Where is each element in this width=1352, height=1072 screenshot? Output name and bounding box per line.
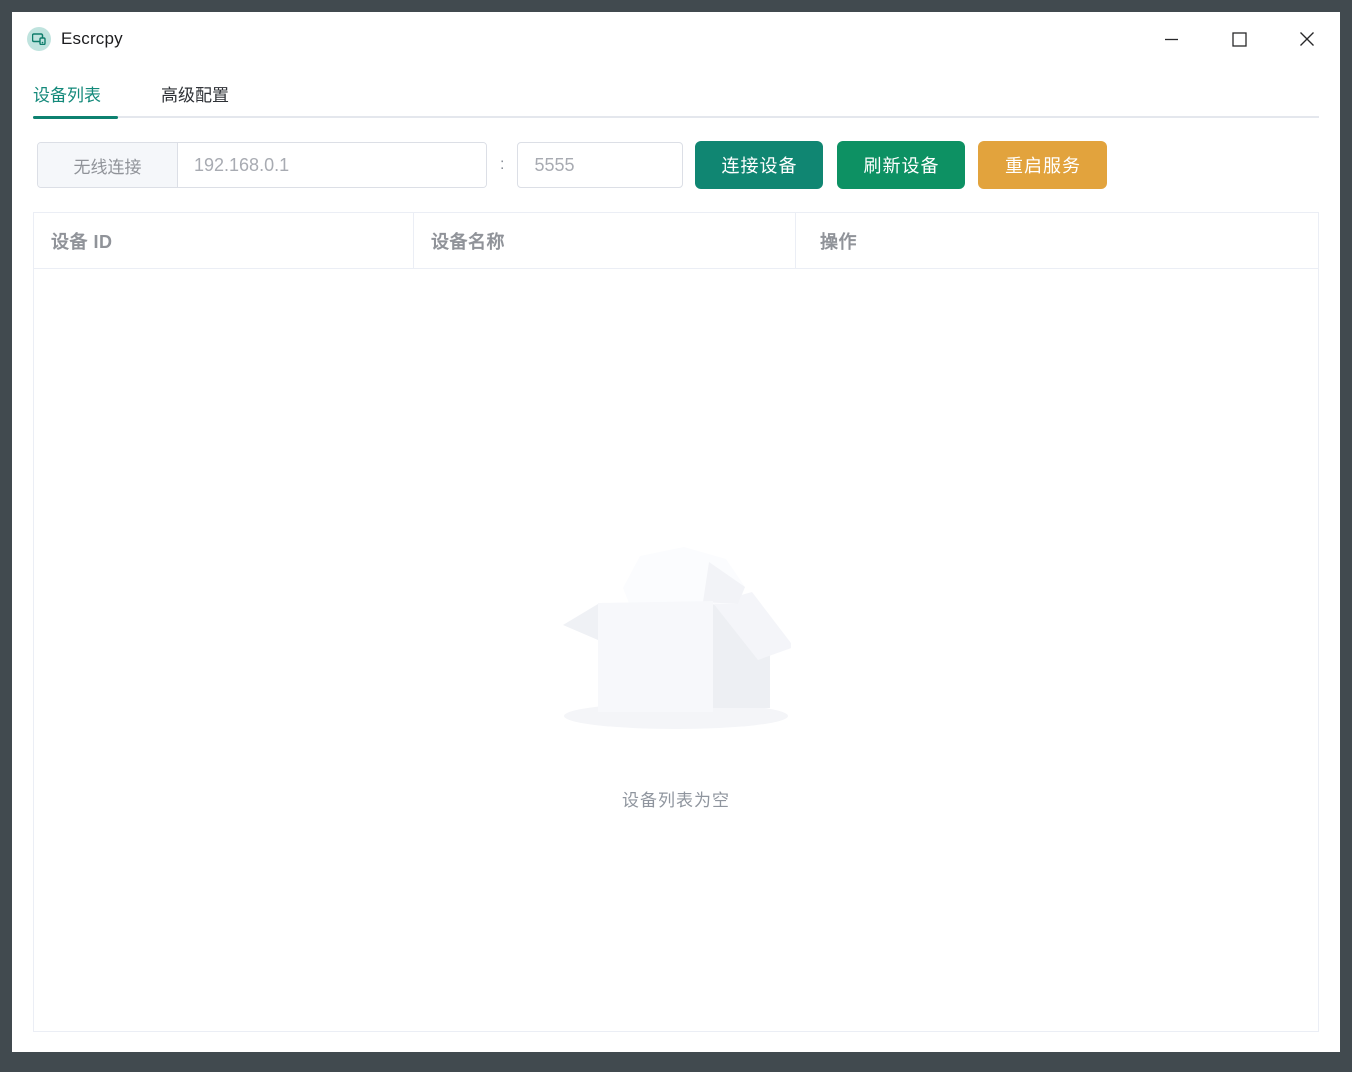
wireless-mode-label: 无线连接 [38,143,178,187]
device-table-body: 设备列表为空 [34,269,1318,1031]
maximize-icon [1232,32,1247,47]
close-button[interactable] [1284,20,1330,58]
tab-device-list[interactable]: 设备列表 [33,81,101,108]
column-header-device-id: 设备 ID [34,213,414,268]
connect-device-button[interactable]: 连接设备 [695,141,823,189]
device-table-header: 设备 ID 设备名称 操作 [34,213,1318,269]
port-input[interactable] [517,142,683,188]
app-title: Escrcpy [61,29,123,49]
app-window: Escrcpy [12,12,1340,1052]
column-header-device-name: 设备名称 [414,213,796,268]
maximize-button[interactable] [1216,20,1262,58]
host-port-separator: : [500,156,504,174]
empty-state-text: 设备列表为空 [622,786,730,811]
restart-service-button[interactable]: 重启服务 [978,141,1107,189]
tab-track [33,116,1319,118]
escrcpy-logo-icon [27,27,51,51]
empty-box-illustration [561,546,791,731]
device-table: 设备 ID 设备名称 操作 设备列表为空 [33,212,1319,1032]
minimize-button[interactable] [1148,20,1194,58]
tab-advanced-config[interactable]: 高级配置 [161,81,229,108]
host-ip-input[interactable] [178,143,486,187]
window-frame: Escrcpy [0,0,1352,1072]
close-icon [1299,31,1315,47]
tab-bar: 设备列表 高级配置 [33,70,1319,118]
wireless-address-group: 无线连接 [37,142,487,188]
minimize-icon [1164,32,1179,47]
connection-toolbar: 无线连接 : 连接设备 刷新设备 重启服务 [37,141,1319,189]
window-controls [1148,12,1340,66]
column-header-actions: 操作 [796,213,1318,268]
active-tab-indicator [33,116,118,119]
refresh-device-button[interactable]: 刷新设备 [837,141,965,189]
titlebar: Escrcpy [12,12,1340,66]
